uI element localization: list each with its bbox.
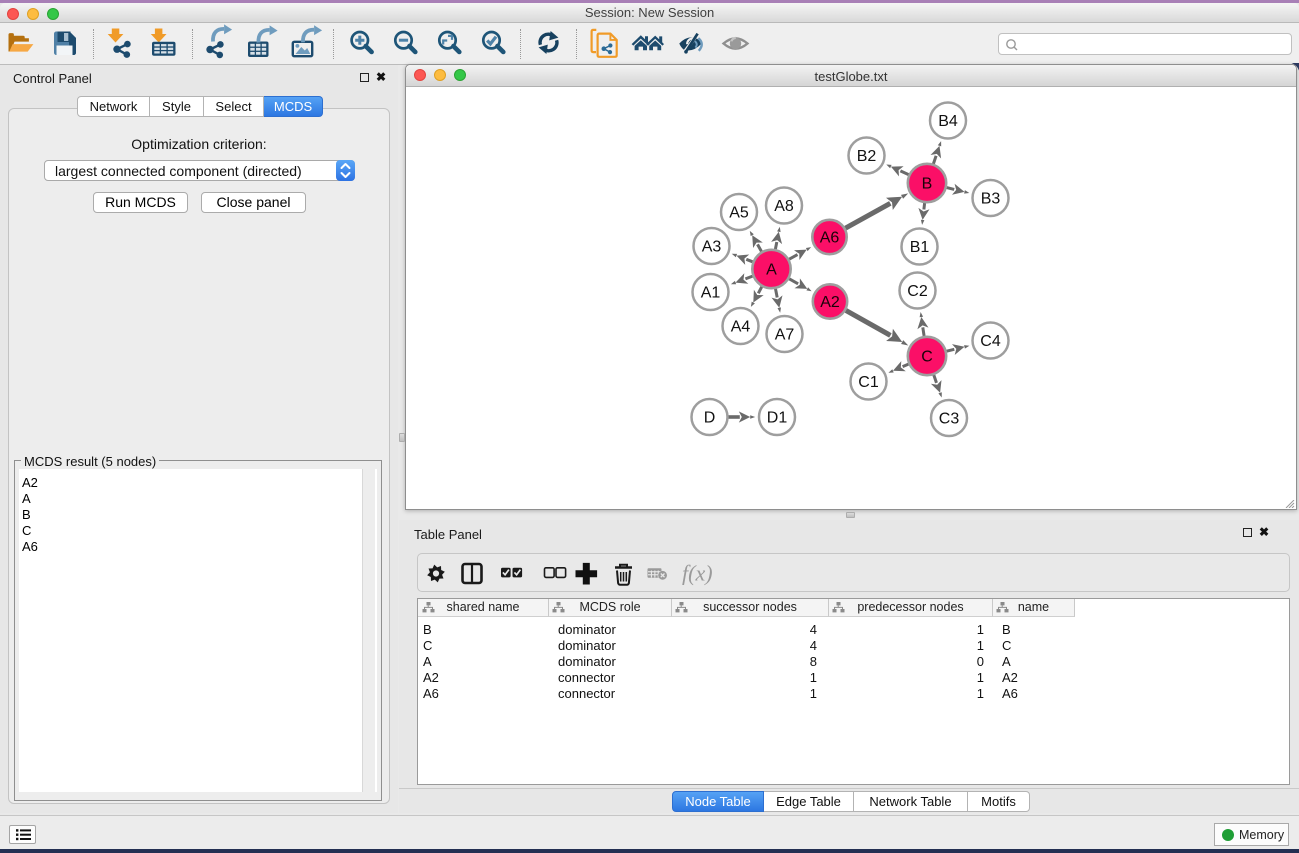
svg-text:A4: A4 (731, 319, 751, 336)
svg-text:B4: B4 (938, 113, 958, 130)
svg-text:B3: B3 (981, 191, 1001, 208)
svg-text:A7: A7 (775, 327, 795, 344)
svg-text:D: D (704, 410, 716, 427)
svg-text:A2: A2 (820, 294, 840, 311)
svg-text:A8: A8 (774, 198, 794, 215)
svg-text:C3: C3 (939, 411, 960, 428)
svg-text:A5: A5 (729, 205, 749, 222)
svg-text:C: C (921, 349, 933, 366)
svg-text:D1: D1 (767, 410, 788, 427)
svg-text:C4: C4 (980, 333, 1001, 350)
svg-text:A6: A6 (820, 230, 840, 247)
svg-text:f(x): f(x) (682, 561, 713, 586)
svg-text:B: B (922, 176, 933, 193)
svg-text:C1: C1 (858, 374, 879, 391)
svg-text:B2: B2 (857, 148, 877, 165)
svg-text:C2: C2 (907, 283, 928, 300)
svg-text:A: A (766, 262, 777, 279)
svg-text:B1: B1 (910, 239, 930, 256)
svg-text:A1: A1 (701, 285, 721, 302)
svg-text:A3: A3 (702, 239, 722, 256)
